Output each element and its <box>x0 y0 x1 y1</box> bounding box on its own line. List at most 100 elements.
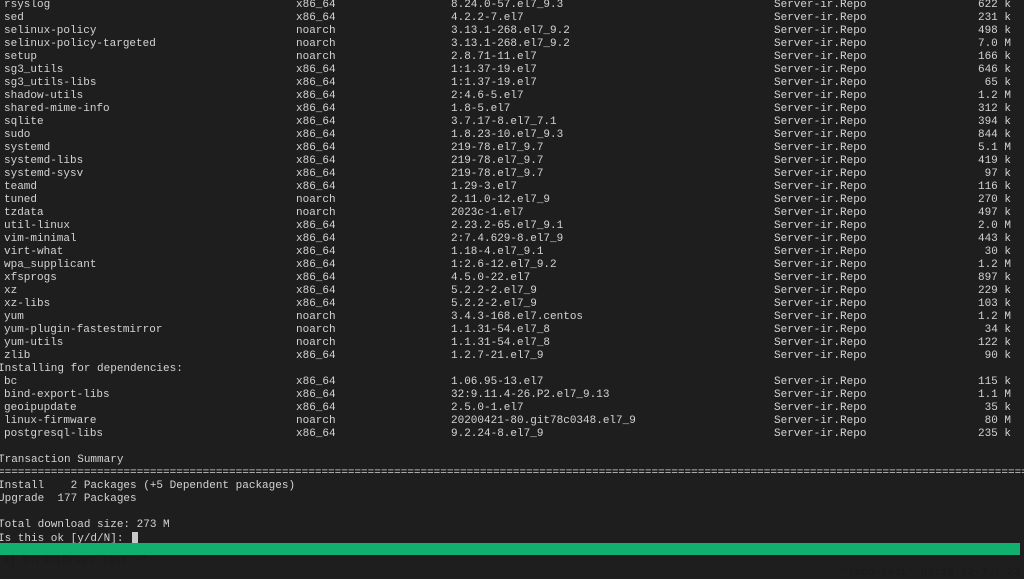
package-ver: 1:1.37-19.el7 <box>451 77 537 89</box>
package-size: 97 k <box>984 168 1011 180</box>
package-arch: noarch <box>296 324 336 336</box>
package-name: rsyslog <box>4 0 51 11</box>
package-row: yum-utils noarch 1.1.31-54.el7_8 Server-ir.… <box>0 337 1024 350</box>
package-row: zlib x86_64 1.2.7-21.el7_9 Server-ir.Repo 90… <box>0 350 1024 363</box>
package-ver: 1:1.37-19.el7 <box>451 64 537 76</box>
package-repo: Server-ir.Repo <box>774 90 867 102</box>
tmux-status-bar: [0] 0:root@repo-test:~* "repo-test" 06:1… <box>0 543 1020 579</box>
package-repo: Server-ir.Repo <box>774 51 867 63</box>
install-summary: Install 2 Packages (+5 Dependent package… <box>0 480 296 492</box>
package-repo: Server-ir.Repo <box>774 415 867 427</box>
package-repo: Server-ir.Repo <box>774 376 867 388</box>
total-download-size: Total download size: 273 M <box>0 519 170 531</box>
package-repo: Server-ir.Repo <box>774 220 867 232</box>
package-name: bc <box>4 376 18 388</box>
package-arch: x86_64 <box>296 350 336 362</box>
package-ver: 3.4.3-168.el7.centos <box>451 311 584 323</box>
package-repo: Server-ir.Repo <box>774 77 867 89</box>
package-ver: 4.2.2-7.el7 <box>451 12 524 24</box>
package-ver: 2:7.4.629-8.el7_9 <box>451 233 564 245</box>
package-ver: 32:9.11.4-26.P2.el7_9.13 <box>451 389 610 401</box>
package-arch: x86_64 <box>296 64 336 76</box>
package-repo: Server-ir.Repo <box>774 428 867 440</box>
package-name: yum <box>4 311 24 323</box>
package-repo: Server-ir.Repo <box>774 181 867 193</box>
package-name: sudo <box>4 129 31 141</box>
package-name: teamd <box>4 181 38 193</box>
package-ver: 1.8.23-10.el7_9.3 <box>451 129 564 141</box>
package-arch: x86_64 <box>296 90 336 102</box>
package-ver: 2023c-1.el7 <box>451 207 524 219</box>
package-arch: noarch <box>296 415 336 427</box>
window-list[interactable]: [0] 0:root@repo-test:~* <box>0 555 148 567</box>
package-list: rsyslog x86_64 8.24.0-57.el7_9.3 Server-ir.… <box>0 0 1024 363</box>
package-size: 1.1 M <box>977 389 1011 401</box>
package-name: zlib <box>4 350 31 362</box>
package-ver: 9.2.24-8.el7_9 <box>451 428 544 440</box>
package-arch: noarch <box>296 207 336 219</box>
package-arch: x86_64 <box>296 168 336 180</box>
package-row: setup noarch 2.8.71-11.el7 Server-ir.Repo 16… <box>0 51 1024 64</box>
package-row: sg3_utils-libs x86_64 1:1.37-19.el7 Server-… <box>0 77 1024 90</box>
package-row: shadow-utils x86_64 2:4.6-5.el7 Server-ir.R… <box>0 90 1024 103</box>
package-arch: x86_64 <box>296 77 336 89</box>
package-arch: x86_64 <box>296 103 336 115</box>
package-row: bind-export-libs x86_64 32:9.11.4-26.P2.el… <box>0 389 1024 402</box>
package-arch: x86_64 <box>296 272 336 284</box>
package-row: tuned noarch 2.11.0-12.el7_9 Server-ir.Repo… <box>0 194 1024 207</box>
package-ver: 1.2.7-21.el7_9 <box>451 350 544 362</box>
package-repo: Server-ir.Repo <box>774 272 867 284</box>
package-arch: x86_64 <box>296 220 336 232</box>
package-name: bind-export-libs <box>4 389 110 401</box>
package-size: 897 k <box>977 272 1011 284</box>
package-name: shared-mime-info <box>4 103 110 115</box>
package-repo: Server-ir.Repo <box>774 12 867 24</box>
package-arch: noarch <box>296 194 336 206</box>
package-name: geoipupdate <box>4 402 77 414</box>
package-size: 2.0 M <box>977 220 1011 232</box>
package-row: shared-mime-info x86_64 1.8-5.el7 Server-ir… <box>0 103 1024 116</box>
package-ver: 4.5.0-22.el7 <box>451 272 531 284</box>
package-ver: 2:4.6-5.el7 <box>451 90 524 102</box>
package-repo: Server-ir.Repo <box>774 337 867 349</box>
package-row: tzdata noarch 2023c-1.el7 Server-ir.Repo 497… <box>0 207 1024 220</box>
terminal-output[interactable]: rsyslog x86_64 8.24.0-57.el7_9.3 Server-ir.… <box>0 0 1024 545</box>
package-row: rsyslog x86_64 8.24.0-57.el7_9.3 Server-ir.… <box>0 0 1024 12</box>
package-row: wpa_supplicant x86_64 1:2.6-12.el7_9.2 Serv… <box>0 259 1024 272</box>
package-name: sg3_utils <box>4 64 64 76</box>
package-size: 115 k <box>977 376 1011 388</box>
upgrade-summary: Upgrade 177 Packages <box>0 493 137 505</box>
package-arch: x86_64 <box>296 12 336 24</box>
package-repo: Server-ir.Repo <box>774 246 867 258</box>
package-name: selinux-policy-targeted <box>4 38 156 50</box>
package-row: xz-libs x86_64 5.2.2-2.el7_9 Server-ir.Repo… <box>0 298 1024 311</box>
package-ver: 2.8.71-11.el7 <box>451 51 537 63</box>
package-repo: Server-ir.Repo <box>774 194 867 206</box>
package-repo: Server-ir.Repo <box>774 64 867 76</box>
package-ver: 5.2.2-2.el7_9 <box>451 298 537 310</box>
package-arch: x86_64 <box>296 246 336 258</box>
package-arch: x86_64 <box>296 155 336 167</box>
package-ver: 3.13.1-268.el7_9.2 <box>451 38 570 50</box>
package-ver: 2.5.0-1.el7 <box>451 402 524 414</box>
package-row: sg3_utils x86_64 1:1.37-19.el7 Server-ir.Re… <box>0 64 1024 77</box>
package-size: 1.2 M <box>977 311 1011 323</box>
package-arch: noarch <box>296 25 336 37</box>
package-arch: x86_64 <box>296 389 336 401</box>
package-arch: x86_64 <box>296 181 336 193</box>
package-row: postgresql-libs x86_64 9.2.24-8.el7_9 Serve… <box>0 428 1024 441</box>
package-ver: 1.29-3.el7 <box>451 181 518 193</box>
package-arch: x86_64 <box>296 142 336 154</box>
package-row: xfsprogs x86_64 4.5.0-22.el7 Server-ir.Repo… <box>0 272 1024 285</box>
package-size: 312 k <box>977 103 1011 115</box>
package-size: 1.2 M <box>977 259 1011 271</box>
package-repo: Server-ir.Repo <box>774 285 867 297</box>
package-arch: x86_64 <box>296 116 336 128</box>
package-arch: x86_64 <box>296 0 336 11</box>
text-cursor[interactable] <box>132 532 139 543</box>
package-arch: x86_64 <box>296 402 336 414</box>
package-ver: 219-78.el7_9.7 <box>451 168 544 180</box>
package-size: 622 k <box>977 0 1011 11</box>
package-repo: Server-ir.Repo <box>774 311 867 323</box>
